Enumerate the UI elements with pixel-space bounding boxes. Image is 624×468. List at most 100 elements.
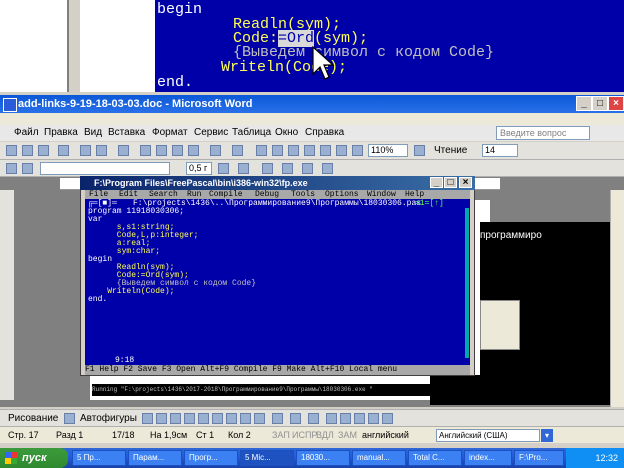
shadow-style-icon[interactable] — [368, 413, 379, 424]
excel-icon[interactable] — [304, 145, 315, 156]
line-icon[interactable] — [142, 413, 153, 424]
fp-close-button[interactable]: × — [459, 177, 472, 188]
doc-map-icon[interactable] — [352, 145, 363, 156]
language-dropdown-icon[interactable]: ▾ — [541, 429, 553, 442]
spelling-icon[interactable] — [118, 145, 129, 156]
shadow-icon[interactable] — [262, 163, 273, 174]
arrow-style-icon[interactable] — [354, 413, 365, 424]
style-field[interactable] — [40, 162, 170, 175]
print-icon[interactable] — [80, 145, 91, 156]
taskbar-item[interactable]: 5 Mic... — [240, 450, 294, 466]
ask-question-input[interactable]: Введите вопрос — [496, 126, 590, 140]
taskbar-item[interactable]: Прогр... — [184, 450, 238, 466]
textbox-icon[interactable] — [198, 413, 209, 424]
taskbar-item[interactable]: F:\Pro... — [514, 450, 564, 466]
font-size-select[interactable]: 14 — [482, 144, 518, 157]
diagram-icon[interactable] — [226, 413, 237, 424]
fp-minimize-button[interactable]: _ — [430, 177, 443, 188]
vertical-scrollbar[interactable] — [610, 190, 624, 407]
fp-menu-edit[interactable]: Edit — [119, 190, 138, 199]
permission-icon[interactable] — [58, 145, 69, 156]
draw-menu[interactable]: Рисование — [8, 413, 58, 424]
maximize-button[interactable]: □ — [592, 96, 608, 111]
fp-scrollbar[interactable] — [465, 208, 469, 358]
taskbar-item[interactable]: Total C... — [408, 450, 462, 466]
preview-icon[interactable] — [96, 145, 107, 156]
undo-icon[interactable] — [210, 145, 221, 156]
menu-file[interactable]: Файл — [14, 127, 39, 138]
3d-style-icon[interactable] — [382, 413, 393, 424]
drawing-icon[interactable] — [336, 145, 347, 156]
status-ext[interactable]: ВДЛ — [316, 430, 334, 440]
rectangle-icon[interactable] — [170, 413, 181, 424]
fp-editor[interactable]: ╔═[■]═ F:\projects\1436\..\Программирова… — [85, 199, 470, 365]
line-weight-field[interactable]: 0,5 г — [186, 162, 212, 175]
autoshapes-menu[interactable]: Автофигуры — [80, 413, 137, 424]
menu-insert[interactable]: Вставка — [108, 127, 145, 138]
redo-icon[interactable] — [232, 145, 243, 156]
paste-icon[interactable] — [172, 145, 183, 156]
fp-menu-tools[interactable]: Tools — [291, 190, 315, 199]
oval-icon[interactable] — [184, 413, 195, 424]
fp-menu-options[interactable]: Options — [325, 190, 359, 199]
new-doc-icon[interactable] — [6, 145, 17, 156]
copy-icon[interactable] — [156, 145, 167, 156]
fp-menu-bar: File Edit Search Run Compile Debug Tools… — [85, 190, 470, 199]
font-color-icon[interactable] — [308, 413, 319, 424]
taskbar-item[interactable]: 18030... — [296, 450, 350, 466]
save-icon[interactable] — [38, 145, 49, 156]
edit-icon[interactable] — [6, 163, 17, 174]
taskbar-item[interactable]: Парам... — [128, 450, 182, 466]
arrow-icon[interactable] — [156, 413, 167, 424]
fp-menu-compile[interactable]: Compile — [209, 190, 243, 199]
fp-menu-window[interactable]: Window — [367, 190, 396, 199]
align-icon[interactable] — [302, 163, 313, 174]
menu-tools[interactable]: Сервис — [194, 127, 228, 138]
status-rec[interactable]: ЗАП — [272, 430, 290, 440]
taskbar-item[interactable]: manual... — [352, 450, 406, 466]
start-button[interactable]: пуск — [0, 448, 68, 468]
fp-menu-run[interactable]: Run — [187, 190, 201, 199]
clipart-icon[interactable] — [240, 413, 251, 424]
text-box-icon[interactable] — [22, 163, 33, 174]
3d-icon[interactable] — [282, 163, 293, 174]
menu-format[interactable]: Формат — [152, 127, 188, 138]
fp-menu-search[interactable]: Search — [149, 190, 178, 199]
fp-maximize-button[interactable]: □ — [444, 177, 457, 188]
close-button[interactable]: × — [608, 96, 624, 111]
hyperlink-icon[interactable] — [256, 145, 267, 156]
fill-color-icon[interactable] — [272, 413, 283, 424]
format-painter-icon[interactable] — [188, 145, 199, 156]
wordart-icon[interactable] — [212, 413, 223, 424]
language-select[interactable]: Английский (США) — [436, 429, 540, 442]
fill-color-icon[interactable] — [218, 163, 229, 174]
menu-view[interactable]: Вид — [84, 127, 102, 138]
insert-table-icon[interactable] — [288, 145, 299, 156]
cut-icon[interactable] — [140, 145, 151, 156]
taskbar-item[interactable]: index... — [464, 450, 512, 466]
fp-menu-file[interactable]: File — [89, 190, 108, 199]
columns-icon[interactable] — [320, 145, 331, 156]
fp-menu-help[interactable]: Help — [405, 190, 424, 199]
fp-menu-debug[interactable]: Debug — [255, 190, 279, 199]
menu-help[interactable]: Справка — [305, 127, 344, 138]
picture-icon[interactable] — [254, 413, 265, 424]
open-icon[interactable] — [22, 145, 33, 156]
menu-edit[interactable]: Правка — [44, 127, 78, 138]
status-trk[interactable]: ИСПР — [292, 430, 317, 440]
line-color-icon[interactable] — [290, 413, 301, 424]
help-icon[interactable] — [414, 145, 425, 156]
order-icon[interactable] — [322, 163, 333, 174]
minimize-button[interactable]: _ — [576, 96, 592, 111]
reading-button[interactable]: Чтение — [434, 145, 467, 156]
tables-icon[interactable] — [272, 145, 283, 156]
taskbar-item[interactable]: 5 Пр... — [72, 450, 126, 466]
menu-table[interactable]: Таблица — [232, 127, 271, 138]
status-ovr[interactable]: ЗАМ — [338, 430, 357, 440]
dash-style-icon[interactable] — [340, 413, 351, 424]
select-objects-icon[interactable] — [64, 413, 75, 424]
zoom-select[interactable]: 110% — [368, 144, 408, 157]
line-color-icon[interactable] — [238, 163, 249, 174]
menu-window[interactable]: Окно — [275, 127, 298, 138]
line-style-icon[interactable] — [326, 413, 337, 424]
